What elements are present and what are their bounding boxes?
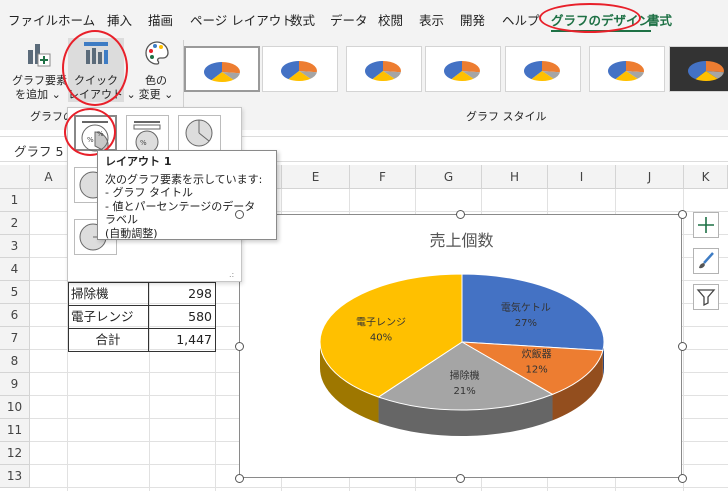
row-header-1[interactable]: 1	[0, 189, 30, 212]
row-header-12[interactable]: 12	[0, 442, 30, 465]
data-label-percent: 27%	[515, 318, 537, 329]
tab-help[interactable]: ヘルプ	[502, 10, 540, 29]
chart-elements-button[interactable]	[693, 212, 719, 238]
style-thumb-pie	[365, 61, 401, 81]
cell-value[interactable]: 1,447	[152, 329, 212, 351]
data-label-name: 電子レンジ	[356, 316, 406, 328]
tab-review[interactable]: 校閲	[378, 10, 403, 29]
grid-line	[30, 487, 728, 488]
select-all-corner[interactable]	[0, 165, 30, 189]
row-header-9[interactable]: 9	[0, 373, 30, 396]
chart-filters-button[interactable]	[693, 284, 719, 310]
tab-home[interactable]: ホーム	[58, 10, 95, 29]
resize-handle[interactable]	[234, 341, 244, 351]
pie-chart[interactable]: 売上個数 電気ケトル 27% 炊飯器 12% 掃除機 21% 電子レンジ 40%	[239, 214, 682, 478]
tab-file[interactable]: ファイル	[8, 10, 58, 29]
data-label-percent: 12%	[526, 365, 548, 376]
style-thumb-pie	[444, 61, 480, 81]
cell-value[interactable]: 580	[152, 306, 212, 328]
brush-icon	[699, 252, 714, 269]
column-header-I[interactable]: I	[548, 165, 616, 189]
name-box[interactable]: グラフ 5	[14, 141, 63, 160]
tab-view[interactable]: 表示	[419, 10, 444, 29]
chart-style-2[interactable]	[262, 46, 338, 92]
chart-style-7[interactable]	[669, 46, 728, 92]
pie-plot: 電気ケトル 27% 炊飯器 12% 掃除機 21% 電子レンジ 40%	[319, 273, 605, 436]
row-header-6[interactable]: 6	[0, 304, 30, 327]
layout-tooltip: レイアウト 1 次のグラフ要素を示しています: - グラフ タイトル - 値とパ…	[97, 150, 277, 240]
svg-text:.:: .:	[229, 270, 234, 279]
row-header-5[interactable]: 5	[0, 281, 30, 304]
data-label-percent: 21%	[454, 386, 476, 397]
svg-text:%: %	[140, 139, 147, 147]
style-thumb-pie	[608, 61, 644, 81]
chart-style-1[interactable]	[184, 46, 260, 92]
row-header-3[interactable]: 3	[0, 235, 30, 258]
cell-value[interactable]: 298	[152, 283, 212, 305]
cell-label[interactable]: 合計	[68, 329, 148, 351]
row-header-10[interactable]: 10	[0, 396, 30, 419]
style-thumb-pie	[524, 61, 560, 81]
tooltip-title: レイアウト 1	[105, 155, 172, 168]
resize-handle[interactable]	[677, 473, 687, 483]
data-table: 掃除機 298 電子レンジ 580 合計 1,447	[68, 282, 216, 352]
row-header-7[interactable]: 7	[0, 327, 30, 350]
data-label-name: 炊飯器	[522, 348, 552, 361]
highlight-circle	[64, 108, 116, 156]
column-header-G[interactable]: G	[416, 165, 482, 189]
tab-developer[interactable]: 開発	[460, 10, 485, 29]
data-label-name: 掃除機	[450, 369, 480, 382]
tab-insert[interactable]: 挿入	[107, 10, 132, 29]
resize-handle[interactable]	[234, 209, 244, 219]
cell-label[interactable]: 掃除機	[71, 283, 109, 305]
column-header-H[interactable]: H	[482, 165, 548, 189]
tooltip-line: 次のグラフ要素を示しています:	[105, 172, 263, 186]
tooltip-line: (自動調整)	[105, 226, 158, 240]
style-thumb-pie	[688, 61, 724, 81]
style-thumb-pie	[203, 62, 240, 82]
column-header-J[interactable]: J	[616, 165, 684, 189]
column-header-F[interactable]: F	[350, 165, 416, 189]
menu-bar: ファイル ホーム 挿入 描画 ページ レイアウト 数式 データ 校閲 表示 開発…	[0, 0, 728, 34]
tab-formulas[interactable]: 数式	[290, 10, 315, 29]
column-header-E[interactable]: E	[282, 165, 350, 189]
resize-handle[interactable]	[234, 473, 244, 483]
row-header-2[interactable]: 2	[0, 212, 30, 235]
cell-label[interactable]: 電子レンジ	[71, 306, 134, 328]
style-thumb-pie	[281, 61, 317, 81]
data-label-percent: 40%	[370, 332, 392, 343]
chart-style-3[interactable]	[346, 46, 422, 92]
column-header-A[interactable]: A	[30, 165, 68, 189]
highlight-circle	[539, 3, 641, 33]
group-label-chart-styles: グラフ スタイル	[466, 110, 547, 123]
resize-handle[interactable]	[455, 473, 465, 483]
column-header-K[interactable]: K	[684, 165, 728, 189]
tab-format[interactable]: 書式	[647, 10, 672, 29]
row-header-8[interactable]: 8	[0, 350, 30, 373]
resize-handle[interactable]	[677, 209, 687, 219]
tooltip-line: - グラフ タイトル	[105, 186, 193, 199]
row-header-13[interactable]: 13	[0, 465, 30, 488]
row-header-11[interactable]: 11	[0, 419, 30, 442]
tab-data[interactable]: データ	[330, 10, 368, 29]
chart-styles-button[interactable]	[693, 248, 719, 274]
resize-handle[interactable]	[677, 341, 687, 351]
data-label-name: 電気ケトル	[501, 301, 551, 314]
tab-draw[interactable]: 描画	[148, 10, 173, 29]
chart-style-5[interactable]	[505, 46, 581, 92]
resize-handle[interactable]	[455, 209, 465, 219]
table-divider	[148, 282, 149, 352]
plus-icon	[698, 217, 714, 233]
chart-style-4[interactable]	[425, 46, 501, 92]
row-header-4[interactable]: 4	[0, 258, 30, 281]
chart-style-6[interactable]	[589, 46, 665, 92]
tooltip-line: - 値とパーセンテージのデータ ラベル	[105, 199, 256, 227]
filter-icon	[696, 289, 716, 307]
tab-page-layout[interactable]: ページ レイアウト	[190, 10, 294, 29]
